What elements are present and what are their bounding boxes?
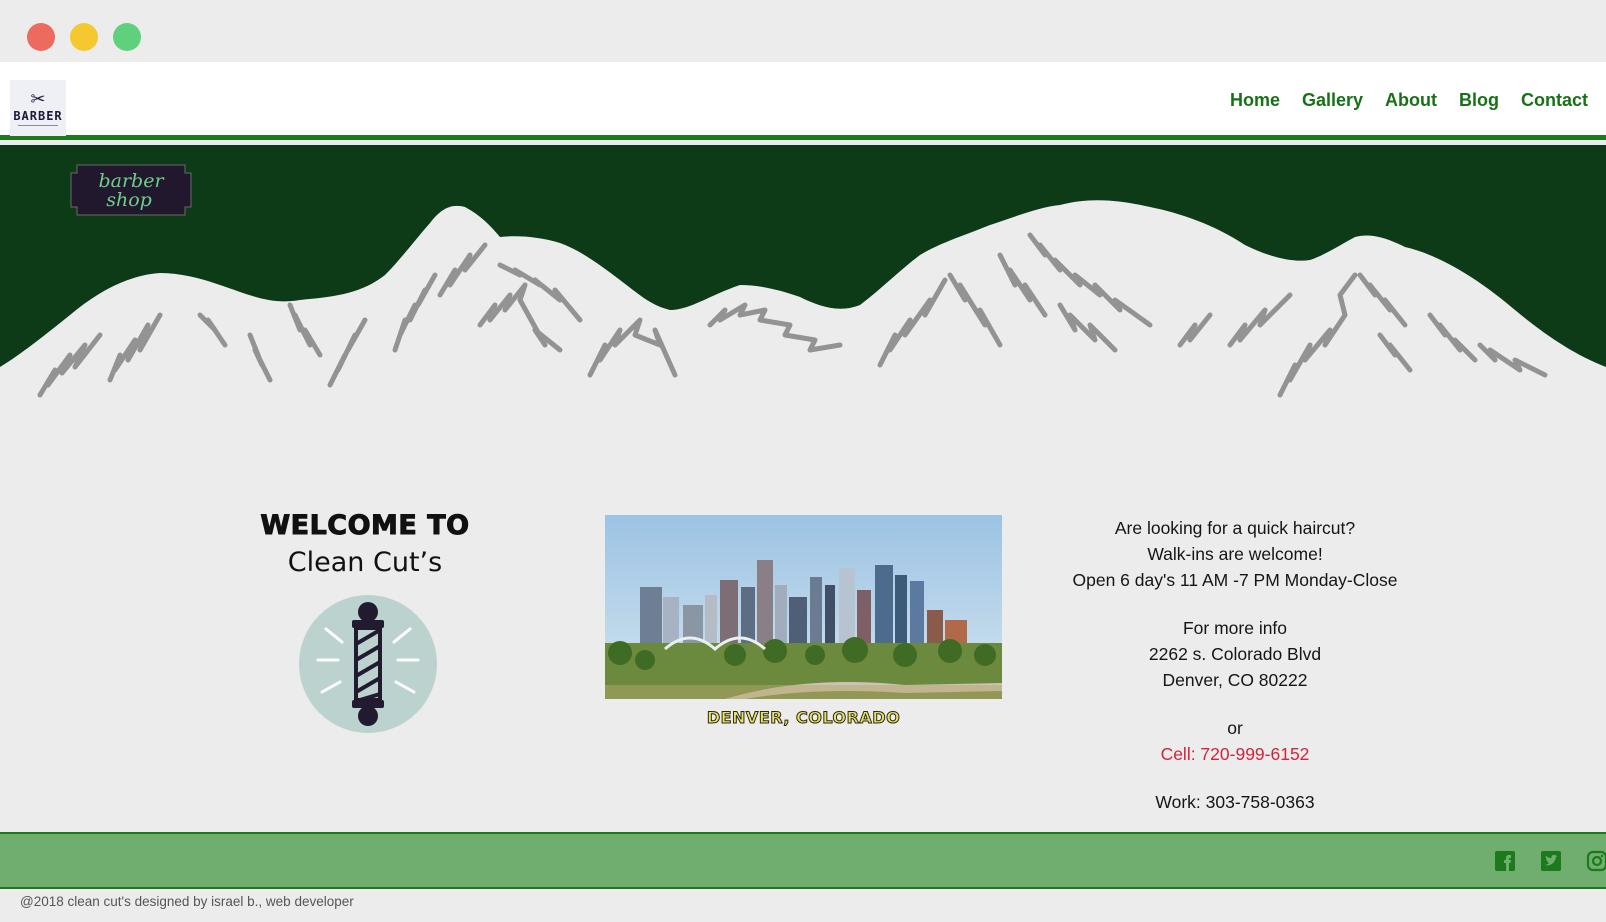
welcome-line2: Clean Cut’s (287, 547, 443, 578)
info-address-city: Denver, CO 80222 (1162, 670, 1308, 690)
browser-window: ✂ BARBER Home Gallery About Blog Contact (0, 0, 1606, 922)
logo-text: BARBER (13, 108, 63, 123)
barber-shop-badge: barber shop (70, 164, 192, 216)
denver-skyline-photo (605, 515, 1002, 699)
site-navbar: ✂ BARBER Home Gallery About Blog Contact (0, 62, 1606, 140)
barber-pole-icon (299, 595, 437, 733)
close-window-button[interactable] (27, 23, 55, 51)
main-nav: Home Gallery About Blog Contact (1230, 90, 1588, 111)
instagram-icon[interactable] (1586, 850, 1606, 872)
nav-contact[interactable]: Contact (1521, 90, 1588, 111)
window-titlebar (0, 0, 1606, 62)
skyline-image (605, 515, 1002, 699)
info-line1: Are looking for a quick haircut? (1114, 518, 1356, 538)
photo-caption: DENVER, COLORADO (706, 708, 901, 728)
welcome-heading: WELCOME TO Clean Cut’s (250, 510, 480, 579)
footer-bar (0, 832, 1606, 889)
cell-phone-link[interactable]: Cell: 720-999-6152 (1060, 741, 1410, 767)
info-or: or (1227, 718, 1243, 738)
barber-logo[interactable]: ✂ BARBER (10, 80, 66, 136)
copyright-text: @2018 clean cut's designed by israel b.,… (20, 894, 354, 909)
info-hours: Open 6 day's 11 AM -7 PM Monday-Close (1072, 570, 1398, 590)
info-address-street: 2262 s. Colorado Blvd (1148, 644, 1322, 664)
twitter-icon[interactable] (1540, 850, 1562, 872)
facebook-icon[interactable] (1494, 850, 1516, 872)
work-phone: Work: 303-758-0363 (1155, 792, 1315, 812)
nav-home[interactable]: Home (1230, 90, 1280, 111)
badge-line2: shop (106, 189, 152, 211)
nav-blog[interactable]: Blog (1459, 90, 1499, 111)
maximize-window-button[interactable] (113, 23, 141, 51)
welcome-line1: WELCOME TO (260, 510, 470, 542)
mountain-illustration (0, 145, 1606, 420)
nav-about[interactable]: About (1385, 90, 1437, 111)
info-block: Are looking for a quick haircut? Walk-in… (1060, 515, 1410, 815)
mountain-hero: barber shop (0, 145, 1606, 420)
minimize-window-button[interactable] (70, 23, 98, 51)
nav-gallery[interactable]: Gallery (1302, 90, 1363, 111)
info-line2: Walk-ins are welcome! (1147, 544, 1323, 564)
logo-underline (18, 124, 58, 126)
scissors-icon: ✂ (30, 88, 46, 110)
info-more: For more info (1182, 618, 1288, 638)
